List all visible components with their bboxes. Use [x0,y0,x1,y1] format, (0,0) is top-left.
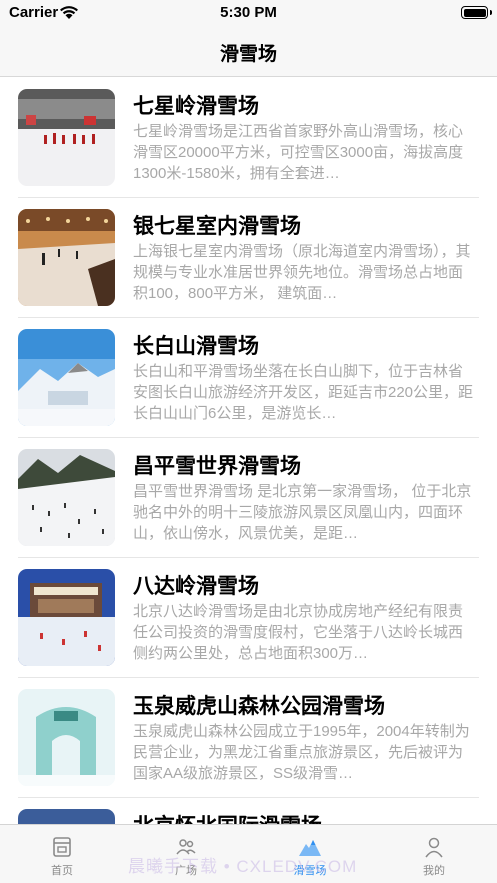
resort-thumbnail [18,809,115,824]
resort-thumbnail [18,329,115,426]
resort-title: 七星岭滑雪场 [133,95,259,118]
tab-home[interactable]: 首页 [0,825,124,883]
tab-label: 首页 [51,865,73,877]
resort-row-changbaishan[interactable]: 长白山滑雪场 长白山和平滑雪场坐落在长白山脚下，位于吉林省安图长白山旅游经济开发… [0,318,497,438]
tab-bar: 首页 广场 滑雪场 我的 晨曦手下载 • CXLEDV.COM [0,824,497,883]
resort-description: 长白山和平滑雪场坐落在长白山脚下，位于吉林省安图长白山旅游经济开发区，距延吉市2… [133,363,474,422]
tab-label: 我的 [423,865,445,877]
clock: 5:30 PM [220,4,277,21]
resort-thumbnail [18,209,115,306]
home-icon [53,837,71,857]
status-bar: Carrier 5:30 PM [0,0,497,26]
resort-thumbnail [18,449,115,546]
resort-title: 长白山滑雪场 [133,335,259,358]
person-icon [425,837,443,858]
resort-description: 北京八达岭滑雪场是由北京协成房地产经纪有限责任公司投资的滑雪度假村，它坐落于八达… [133,603,464,662]
resort-description: 七星岭滑雪场是江西省首家野外高山滑雪场，核心滑雪区20000平方米，可控雪区30… [133,123,464,182]
resort-row-qixingling[interactable]: 七星岭滑雪场 七星岭滑雪场是江西省首家野外高山滑雪场，核心滑雪区20000平方米… [0,78,497,198]
resort-row-badaling[interactable]: 八达岭滑雪场 北京八达岭滑雪场是由北京协成房地产经纪有限责任公司投资的滑雪度假村… [0,558,497,678]
resort-row-huaibei[interactable]: 北京怀北国际滑雪场 [0,798,497,824]
page-title: 滑雪场 [219,44,277,65]
watermark: 晨曦手下载 • CXLEDV.COM [128,857,358,876]
resort-thumbnail [18,689,115,786]
resort-title: 八达岭滑雪场 [133,575,259,598]
resort-row-changping[interactable]: 昌平雪世界滑雪场 昌平雪世界滑雪场 是北京第一家滑雪场， 位于北京驰名中外的明十… [0,438,497,558]
resort-thumbnail [18,569,115,666]
battery-icon [461,6,492,19]
resort-description: 上海银七星室内滑雪场（原北海道室内滑雪场），其规模与专业水准居世界领先地位。滑雪… [133,243,471,302]
navigation-bar: 滑雪场 [0,26,497,77]
resort-row-yinqixing[interactable]: 银七星室内滑雪场 上海银七星室内滑雪场（原北海道室内滑雪场），其规模与专业水准居… [0,198,497,318]
resort-title: 玉泉威虎山森林公园滑雪场 [133,695,385,718]
resort-thumbnail [18,89,115,186]
resort-title: 北京怀北国际滑雪场 [133,810,322,824]
resort-list[interactable]: 七星岭滑雪场 七星岭滑雪场是江西省首家野外高山滑雪场，核心滑雪区20000平方米… [0,78,497,824]
resort-title: 昌平雪世界滑雪场 [133,455,301,478]
resort-description: 玉泉威虎山森林公园成立于1995年，2004年转制为民营企业，为黑龙江省重点旅游… [133,723,470,782]
resort-description: 昌平雪世界滑雪场 是北京第一家滑雪场， 位于北京驰名中外的明十三陵旅游风景区凤凰… [133,483,472,542]
resort-title: 银七星室内滑雪场 [133,215,301,238]
tab-profile[interactable]: 我的 [372,825,496,883]
resort-row-yuquanweihushan[interactable]: 玉泉威虎山森林公园滑雪场 玉泉威虎山森林公园成立于1995年，2004年转制为民… [0,678,497,798]
